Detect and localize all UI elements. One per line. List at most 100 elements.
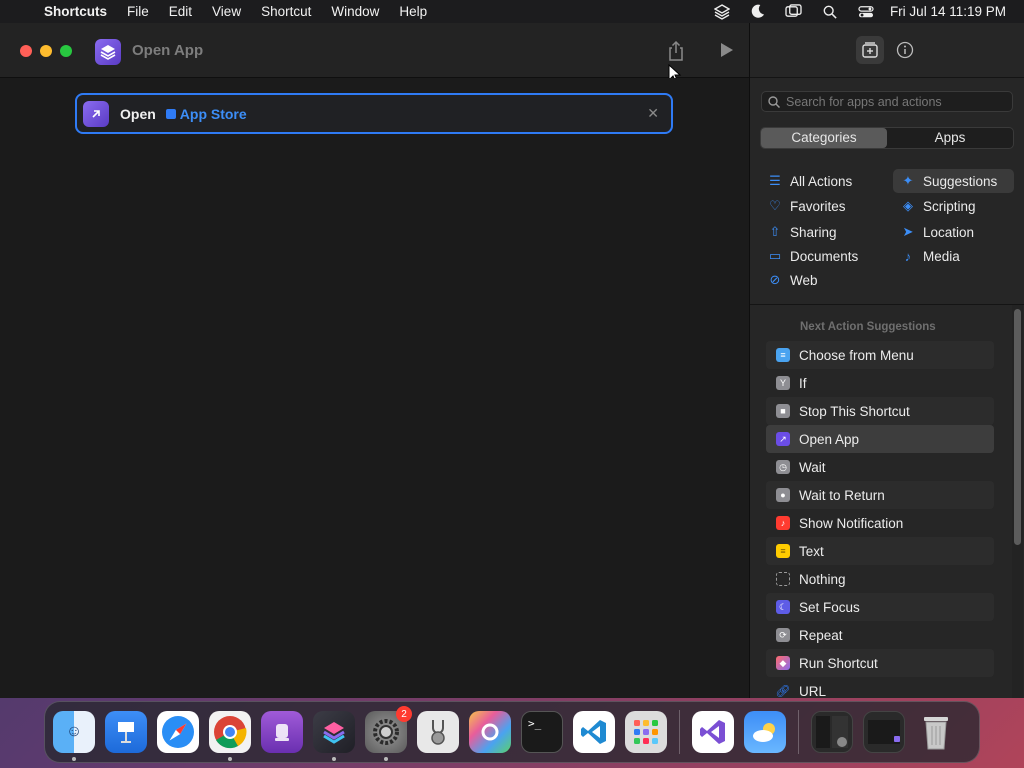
category-label: Sharing — [790, 224, 837, 240]
category-web[interactable]: ⊘ Web — [760, 268, 818, 292]
shortcuts-status-icon[interactable] — [704, 3, 740, 20]
menu-window[interactable]: Window — [321, 4, 389, 19]
terminal-icon[interactable]: >_ — [521, 711, 563, 753]
category-documents[interactable]: ▭ Documents — [760, 244, 858, 268]
disk-utility-icon[interactable] — [417, 711, 459, 753]
category-label: Favorites — [790, 198, 846, 214]
close-window-button[interactable] — [20, 45, 32, 57]
category-suggestions[interactable]: ✦ Suggestions — [893, 169, 1014, 193]
app-store-mini-icon — [165, 108, 176, 119]
suggestion-url[interactable]: 🔗︎ URL — [766, 677, 994, 699]
category-all-actions[interactable]: ☰ All Actions — [760, 169, 852, 193]
suggestion-label: Choose from Menu — [799, 347, 914, 363]
segment-categories[interactable]: Categories — [761, 128, 887, 148]
menu-view[interactable]: View — [202, 4, 251, 19]
shortcuts-window: Open App Open App Store ✕ Search for app… — [0, 23, 1024, 698]
pane-header — [750, 23, 1024, 78]
screen-mirroring-icon[interactable] — [776, 4, 812, 19]
suggestion-label: Wait to Return — [799, 487, 885, 503]
action-library-pane: Categories Apps ☰ All Actions ✦ Suggesti… — [749, 23, 1024, 698]
menu-app-name[interactable]: Shortcuts — [40, 4, 117, 19]
open-app-action-card[interactable]: Open App Store ✕ — [75, 93, 673, 134]
suggestion-open-app[interactable]: ↗ Open App — [766, 425, 994, 453]
categories-grid: ☰ All Actions ✦ Suggestions ♡ Favorites … — [750, 169, 1024, 305]
control-center-icon[interactable] — [848, 5, 884, 19]
run-play-icon[interactable] — [718, 42, 736, 60]
shortcut-icon[interactable] — [95, 39, 121, 65]
shortcuts-icon[interactable] — [313, 711, 355, 761]
window-thumbnail-2[interactable] — [863, 711, 905, 753]
trash-icon[interactable] — [915, 711, 957, 753]
visual-studio-icon[interactable] — [692, 711, 734, 753]
suggestion-wait-to-return[interactable]: ● Wait to Return — [766, 481, 994, 509]
app-parameter-token[interactable]: App Store — [165, 105, 247, 122]
menu-clock[interactable]: Fri Jul 14 11:19 PM — [884, 4, 1006, 19]
suggestion-wait[interactable]: ◷ Wait — [766, 453, 994, 481]
suggestion-run-shortcut[interactable]: ◆ Run Shortcut — [766, 649, 994, 677]
category-label: Documents — [790, 248, 859, 264]
category-label: Media — [923, 248, 960, 264]
suggestions-heading: Next Action Suggestions — [800, 321, 936, 333]
category-label: Location — [923, 224, 975, 240]
keynote-icon[interactable] — [105, 711, 147, 753]
chrome-icon[interactable] — [209, 711, 251, 761]
suggestion-label: If — [799, 375, 807, 391]
category-media[interactable]: ♪ Media — [893, 244, 960, 268]
menu-edit[interactable]: Edit — [159, 4, 202, 19]
suggestion-label: Set Focus — [799, 599, 860, 615]
menu-icon: ≡ — [776, 348, 790, 362]
info-icon[interactable] — [896, 41, 914, 64]
colorsync-icon[interactable] — [469, 711, 511, 753]
finder-icon[interactable]: ☺ — [53, 711, 95, 761]
suggestion-if[interactable]: Y If — [766, 369, 994, 397]
safari-icon[interactable] — [157, 711, 199, 753]
system-settings-icon[interactable]: 2 — [365, 706, 412, 761]
segment-apps[interactable]: Apps — [887, 128, 1013, 148]
suggestion-stop-this-shortcut[interactable]: ■ Stop This Shortcut — [766, 397, 994, 425]
suggestion-label: URL — [799, 683, 827, 699]
remove-action-icon[interactable]: ✕ — [647, 105, 659, 122]
zoom-window-button[interactable] — [60, 45, 72, 57]
action-library-icon[interactable] — [856, 36, 884, 64]
suggestions-scrollbar[interactable] — [1014, 309, 1021, 545]
minimize-window-button[interactable] — [40, 45, 52, 57]
suggestion-nothing[interactable]: Nothing — [766, 565, 994, 593]
action-verb: Open — [120, 105, 156, 122]
vscode-icon[interactable] — [573, 711, 615, 753]
focus-moon-icon[interactable] — [740, 4, 776, 19]
shortcut-editor-canvas[interactable]: Open App Store ✕ — [0, 78, 749, 698]
suggestion-label: Wait — [799, 459, 826, 475]
suggestion-choose-from-menu[interactable]: ≡ Choose from Menu — [766, 341, 994, 369]
compass-icon: ⊘ — [769, 272, 781, 287]
category-apps-segmented-control: Categories Apps — [760, 127, 1014, 149]
category-favorites[interactable]: ♡ Favorites — [760, 194, 846, 218]
action-search-field[interactable] — [761, 91, 1013, 112]
category-location[interactable]: ➤ Location — [893, 220, 975, 244]
category-scripting[interactable]: ◈ Scripting — [893, 194, 976, 218]
suggestion-show-notification[interactable]: ♪ Show Notification — [766, 509, 994, 537]
shortcuts-icon: ◆ — [776, 656, 790, 670]
menu-shortcut[interactable]: Shortcut — [251, 4, 321, 19]
suggestion-repeat[interactable]: ⟳ Repeat — [766, 621, 994, 649]
search-input[interactable] — [786, 94, 1012, 109]
launchpad-icon[interactable] — [625, 711, 667, 753]
menu-help[interactable]: Help — [389, 4, 437, 19]
document-icon: ▭ — [768, 248, 782, 263]
menu-file[interactable]: File — [117, 4, 159, 19]
sparkles-icon: ✦ — [902, 173, 914, 188]
share-icon: ⇧ — [769, 224, 781, 239]
bell-icon: ♪ — [776, 516, 790, 530]
weather-icon[interactable] — [744, 711, 786, 753]
window-thumbnail-1[interactable] — [811, 711, 853, 753]
podcasts-icon[interactable] — [261, 711, 303, 753]
app-parameter-label: App Store — [179, 105, 247, 122]
spotlight-search-icon[interactable] — [812, 5, 848, 19]
suggestion-set-focus[interactable]: ☾ Set Focus — [766, 593, 994, 621]
share-icon[interactable] — [666, 40, 686, 62]
window-title[interactable]: Open App — [132, 42, 203, 59]
music-note-icon: ♪ — [904, 248, 912, 264]
clock-icon: ◷ — [776, 460, 790, 474]
suggestions-list: ≡ Choose from Menu Y If ■ Stop This Shor… — [766, 341, 994, 698]
suggestion-text[interactable]: ≡ Text — [766, 537, 994, 565]
category-sharing[interactable]: ⇧ Sharing — [760, 220, 837, 244]
